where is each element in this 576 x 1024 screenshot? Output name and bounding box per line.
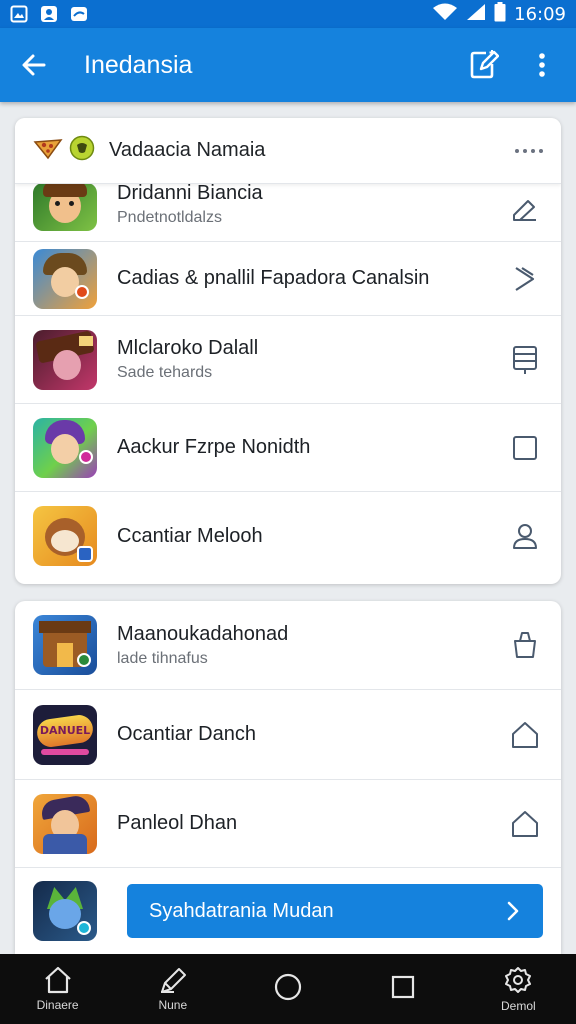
open-action[interactable]	[507, 261, 543, 297]
nav-label: Nune	[158, 998, 188, 1012]
list-item[interactable]: Aackur Fzrpe Nonidth	[15, 404, 561, 492]
app-icon	[33, 182, 97, 231]
list-item[interactable]: Panleol Dhan	[15, 780, 561, 868]
app-list-card-secondary: Maanoukadahonad lade tihnafus DANUEL Oca…	[15, 601, 561, 954]
app-list-card: Vadaacia Namaia Dridanni Biancia Pndetno…	[15, 118, 561, 584]
app-icon	[33, 615, 97, 675]
list-item[interactable]: Dridanni Biancia Pndetnotldalzs	[15, 180, 561, 242]
list-item[interactable]: Mlclaroko Dalall Sade tehards	[15, 316, 561, 404]
clock: 16:09	[514, 3, 566, 25]
item-title: Ccantiar Melooh	[117, 524, 263, 547]
nav-item-compose[interactable]: Nune	[128, 966, 218, 1012]
list-item[interactable]: DANUEL Ocantiar Danch	[15, 690, 561, 780]
home-action[interactable]	[507, 806, 543, 842]
chevron-right-icon	[515, 266, 535, 291]
picture-notification-icon	[10, 5, 28, 23]
list-item[interactable]: Syahdatrania Mudan	[15, 868, 561, 954]
overflow-menu-button[interactable]	[522, 45, 562, 85]
pen-icon	[160, 968, 186, 993]
nav-item-home[interactable]: Dinaere	[13, 966, 103, 1012]
app-icon	[33, 248, 97, 309]
square-icon	[392, 975, 415, 999]
item-subtitle: Pndetnotldalzs	[117, 209, 222, 226]
edit-button[interactable]	[464, 45, 504, 85]
item-title: Dridanni Biancia	[117, 182, 263, 204]
nav-recents-button[interactable]	[358, 973, 448, 1005]
profile-action[interactable]	[507, 518, 543, 554]
app-icon	[33, 506, 97, 566]
more-options-icon[interactable]	[515, 148, 543, 153]
bucket-icon	[514, 632, 536, 658]
chevron-right-icon	[507, 901, 519, 921]
app-icon	[33, 793, 97, 854]
app-icon	[33, 881, 97, 941]
list-item[interactable]: Maanoukadahonad lade tihnafus	[15, 601, 561, 690]
message-notification-icon	[70, 5, 88, 23]
pizza-icon	[33, 136, 63, 165]
details-action[interactable]	[507, 342, 543, 378]
app-icon	[33, 417, 97, 478]
item-title: Maanoukadahonad	[117, 622, 289, 645]
checkbox-icon	[513, 435, 537, 460]
card-header: Vadaacia Namaia	[15, 118, 561, 184]
item-subtitle: Sade tehards	[117, 364, 213, 381]
item-title: Aackur Fzrpe Nonidth	[117, 436, 311, 458]
bottom-nav-bar: Dinaere Nune Demol	[0, 954, 576, 1024]
game-badge-icon	[69, 135, 95, 166]
button-label: Syahdatrania Mudan	[149, 899, 334, 922]
user-icon	[513, 524, 537, 549]
item-title: Ocantiar Danch	[117, 723, 256, 745]
select-checkbox[interactable]	[507, 430, 543, 466]
item-title: Mlclaroko Dalall	[117, 337, 259, 359]
app-icon-text: DANUEL	[39, 723, 91, 737]
home-icon	[44, 966, 71, 994]
nav-label: Dinaere	[36, 998, 79, 1012]
house-icon	[512, 721, 538, 748]
item-title: Cadias & pnallil Fapadora Canalsin	[117, 267, 430, 289]
edit-action[interactable]	[507, 193, 543, 229]
home-action[interactable]	[507, 717, 543, 753]
nav-label: Demol	[501, 999, 536, 1013]
signal-icon	[466, 3, 486, 26]
nav-item-settings[interactable]: Demol	[473, 965, 563, 1013]
list-item[interactable]: Cadias & pnallil Fapadora Canalsin	[15, 242, 561, 316]
gear-icon	[505, 967, 532, 993]
app-icon	[33, 329, 97, 390]
pencil-icon	[513, 199, 536, 221]
document-icon	[513, 345, 537, 374]
item-subtitle: lade tihnafus	[117, 649, 208, 667]
wifi-icon	[432, 3, 458, 26]
more-vert-icon	[539, 53, 545, 77]
battery-icon	[494, 1, 506, 27]
page-title: Inedansia	[84, 50, 193, 79]
list-item[interactable]: Ccantiar Melooh	[15, 492, 561, 580]
primary-action-button[interactable]: Syahdatrania Mudan	[127, 884, 543, 938]
item-title: Panleol Dhan	[117, 812, 238, 834]
card-title: Vadaacia Namaia	[109, 139, 266, 161]
app-icon: DANUEL	[33, 704, 97, 765]
nav-home-button[interactable]	[243, 972, 333, 1006]
back-arrow-icon	[22, 54, 46, 76]
user-notification-icon	[40, 5, 58, 23]
circle-icon	[274, 973, 302, 1001]
store-action[interactable]	[507, 627, 543, 663]
compose-icon	[470, 50, 499, 79]
back-button[interactable]	[14, 45, 54, 85]
house-icon	[512, 810, 538, 837]
status-bar: 16:09	[0, 0, 576, 28]
app-bar: Inedansia	[0, 28, 576, 102]
